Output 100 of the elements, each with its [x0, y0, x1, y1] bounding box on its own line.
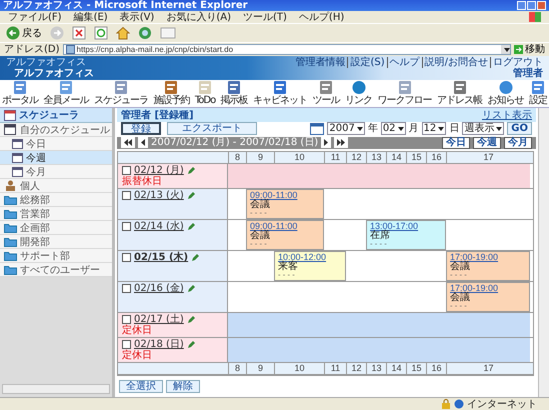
vertical-scrollbar[interactable] [538, 108, 549, 397]
stop-icon[interactable] [72, 26, 86, 40]
dropdown-button[interactable] [501, 45, 510, 54]
sidebar-item[interactable]: すべてのユーザー [0, 263, 112, 277]
checkbox[interactable] [122, 253, 131, 262]
date-link[interactable]: 02/17 (土) [134, 314, 184, 325]
header-link[interactable]: ヘルプ [386, 56, 420, 68]
maximize-button[interactable] [527, 1, 536, 10]
event-time-link[interactable]: 17:00-19:00 [450, 283, 526, 293]
pencil-icon[interactable] [186, 222, 195, 231]
menu-item[interactable]: 編集(E) [74, 12, 108, 22]
checkbox[interactable] [122, 315, 131, 324]
nav-item[interactable]: ToDo [194, 80, 216, 107]
menu-item[interactable]: 表示(V) [120, 12, 154, 22]
menu-item[interactable]: ファイル(F) [8, 12, 62, 22]
sidebar-item[interactable]: 営業部 [0, 207, 112, 221]
nav-item[interactable]: 全員メール [43, 80, 88, 107]
sidebar-item[interactable]: 開発部 [0, 235, 112, 249]
event-time-link[interactable]: 13:00-17:00 [370, 221, 442, 231]
page-icon[interactable] [160, 26, 176, 40]
sidebar-item[interactable]: 今月 [0, 165, 112, 179]
horizontal-scrollbar[interactable] [2, 384, 110, 394]
checkbox[interactable] [122, 191, 131, 200]
go-button[interactable]: GO [507, 122, 532, 136]
header-link[interactable]: 管理者情報 [295, 56, 346, 68]
checkbox[interactable] [122, 166, 131, 175]
date-link[interactable]: 02/15 (木) [134, 252, 188, 263]
close-button[interactable] [537, 1, 546, 10]
sidebar-item[interactable]: サポート部 [0, 249, 112, 263]
nav-item[interactable]: キャビネット [253, 80, 308, 107]
date-select[interactable]: 02 [380, 122, 406, 136]
event-time-link[interactable]: 09:00-11:00 [250, 221, 320, 231]
event-time-link[interactable]: 10:00-12:00 [278, 252, 342, 262]
sidebar-item[interactable]: 自分のスケジュール [0, 123, 112, 137]
pencil-icon[interactable] [186, 166, 195, 175]
nav-item[interactable]: 施設予約 [153, 80, 190, 107]
quick-button[interactable]: 今月 [504, 136, 532, 149]
nav-item[interactable]: 掲示板 [220, 80, 248, 107]
pencil-icon[interactable] [191, 253, 200, 262]
nav-item[interactable]: 設定 [528, 80, 547, 107]
header-link[interactable]: ログアウト [490, 56, 543, 68]
event-title: 来客 [278, 262, 299, 272]
date-link[interactable]: 02/14 (水) [134, 221, 184, 232]
footer-button[interactable]: 解除 [166, 380, 200, 393]
back-button[interactable]: 戻る [6, 26, 42, 40]
menu-item[interactable]: ヘルプ(H) [298, 12, 344, 22]
nav-item[interactable]: アドレス帳 [437, 80, 482, 107]
calendar-icon [12, 166, 23, 176]
nav-item[interactable]: ポータル [2, 80, 38, 107]
event-title: 会議 [450, 262, 471, 272]
sidebar-item[interactable]: 今週 [0, 151, 112, 165]
pencil-icon[interactable] [186, 284, 195, 293]
date-link[interactable]: 02/16 (金) [134, 283, 184, 294]
quick-button[interactable]: 今週 [473, 136, 501, 149]
list-view-link[interactable]: リスト表示 [482, 108, 532, 122]
date-link[interactable]: 02/12 (月) [134, 165, 184, 176]
go-button[interactable]: 移動 [514, 44, 545, 55]
event-time-link[interactable]: 17:00-19:00 [450, 252, 526, 262]
menu-item[interactable]: ツール(T) [243, 12, 287, 22]
sidebar-item[interactable]: 個人 [0, 179, 112, 193]
previous-day-icon[interactable] [138, 137, 148, 148]
date-link[interactable]: 02/18 (日) [134, 339, 184, 350]
quick-button[interactable]: 今日 [442, 136, 470, 149]
calendar-icon[interactable] [310, 122, 324, 135]
pencil-icon[interactable] [186, 340, 195, 349]
globe-icon[interactable] [138, 26, 152, 40]
nav-item[interactable]: お知らせ [488, 80, 524, 107]
action-button[interactable]: 登録 [121, 122, 161, 136]
header-link[interactable]: 設定(S) [347, 56, 385, 68]
pencil-icon[interactable] [186, 191, 195, 200]
action-button[interactable]: エクスポート [167, 122, 257, 136]
sidebar-item[interactable]: 総務部 [0, 193, 112, 207]
nav-item[interactable]: ワークフロー [378, 80, 432, 107]
globe-icon [454, 399, 464, 409]
date-link[interactable]: 02/13 (火) [134, 190, 184, 201]
view-select[interactable]: 週表示 [462, 122, 504, 136]
hour-label: 14 [386, 152, 406, 163]
sidebar-item[interactable]: 今日 [0, 137, 112, 151]
checkbox[interactable] [122, 284, 131, 293]
address-field[interactable]: https://cnp.alpha-mail.ne.jp/cnp/cbin/start.do [62, 44, 511, 55]
event-time-link[interactable]: 09:00-11:00 [250, 190, 320, 200]
holiday-note: 振替休日 [122, 176, 163, 187]
header-link[interactable]: 説明/お問合せ [422, 56, 488, 68]
footer-button[interactable]: 全選択 [119, 380, 163, 393]
date-select[interactable]: 12 [422, 122, 446, 136]
checkbox[interactable] [122, 340, 131, 349]
hour-label: 16 [426, 152, 446, 163]
date-select[interactable]: 2007 [327, 122, 365, 136]
checkbox[interactable] [122, 222, 131, 231]
nav-item[interactable]: スケジューラ [94, 80, 148, 107]
nav-item[interactable]: リンク [345, 80, 372, 107]
menu-item[interactable]: お気に入り(A) [166, 12, 231, 22]
next-week-icon[interactable] [334, 137, 348, 148]
nav-item[interactable]: ツール [312, 80, 340, 107]
pencil-icon[interactable] [186, 315, 195, 324]
next-day-icon[interactable] [321, 137, 332, 148]
minimize-button[interactable] [517, 1, 526, 10]
previous-week-icon[interactable] [121, 137, 135, 148]
sidebar-item[interactable]: 企画部 [0, 221, 112, 235]
home-icon[interactable] [116, 26, 130, 40]
